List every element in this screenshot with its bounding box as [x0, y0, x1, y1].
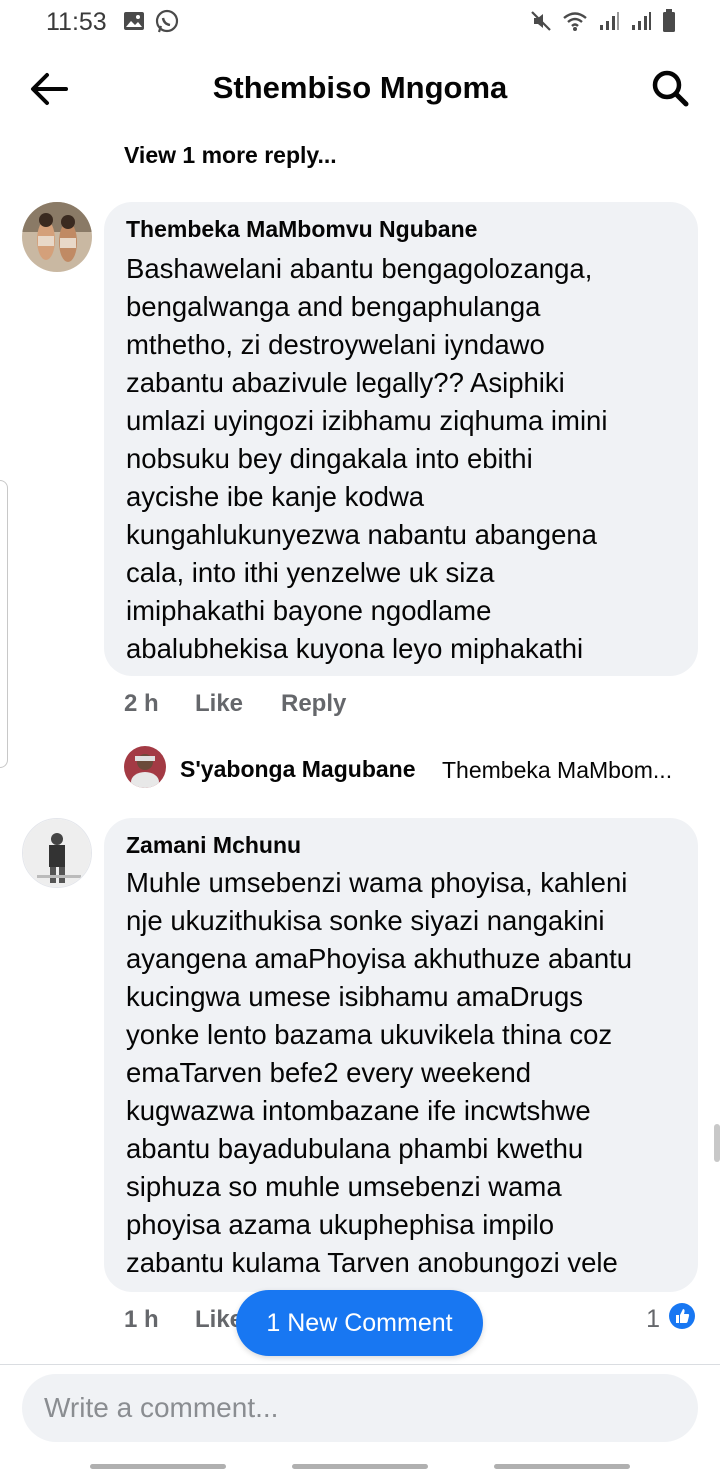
battery-icon [662, 9, 676, 38]
comment-text: Muhle umsebenzi wama phoyisa, kahleni nj… [126, 867, 633, 1278]
search-icon [652, 70, 689, 107]
nav-back-button[interactable] [494, 1464, 630, 1469]
comment-bubble[interactable]: Zamani Mchunu Muhle umsebenzi wama phoyi… [104, 818, 698, 1292]
system-nav-bar [0, 1452, 720, 1480]
comment-input[interactable] [44, 1388, 664, 1428]
comment-timestamp: 2 h [124, 690, 159, 717]
reaction-count[interactable]: 1 [646, 1302, 696, 1337]
reply-snippet: Thembeka MaMbom... [442, 757, 673, 783]
avatar-photo [124, 746, 166, 788]
edge-panel-handle[interactable] [0, 480, 8, 768]
comment-timestamp: 1 h [124, 1306, 159, 1333]
search-button[interactable] [650, 68, 690, 108]
status-bar: 11:53 [0, 0, 720, 44]
mute-icon [530, 10, 552, 37]
comment-author[interactable]: Zamani Mchunu [126, 832, 301, 859]
reply-preview[interactable]: S'yabonga Magubane Thembeka MaMbom... [124, 746, 704, 792]
comment-bubble[interactable]: Thembeka MaMbomvu Ngubane Bashawelani ab… [104, 202, 698, 676]
scrollbar[interactable] [714, 1124, 720, 1162]
avatar[interactable] [22, 818, 92, 888]
nav-home-button[interactable] [292, 1464, 428, 1469]
avatar[interactable] [22, 202, 92, 272]
comment-text: Bashawelani abantu bengagolozanga, benga… [126, 253, 608, 664]
signal-icon [598, 10, 620, 37]
avatar [124, 746, 166, 788]
whatsapp-icon [154, 9, 180, 40]
status-left-icons [122, 9, 180, 40]
comment-composer[interactable] [22, 1374, 698, 1442]
new-comment-button[interactable]: 1 New Comment [236, 1290, 483, 1356]
thumbs-up-icon [668, 1302, 696, 1337]
image-icon [122, 9, 146, 40]
like-count-value: 1 [646, 1305, 660, 1333]
avatar-photo [23, 819, 91, 887]
wifi-icon [562, 10, 588, 37]
nav-recent-button[interactable] [90, 1464, 226, 1469]
comment-author[interactable]: Thembeka MaMbomvu Ngubane [126, 216, 477, 243]
status-time: 11:53 [46, 8, 107, 36]
avatar-photo [22, 202, 92, 272]
status-right-icons [530, 9, 676, 38]
signal-icon [630, 10, 652, 37]
divider [0, 1364, 720, 1365]
reply-button[interactable]: Reply [281, 690, 346, 718]
page-title: Sthembiso Mngoma [212, 70, 508, 105]
like-button[interactable]: Like [195, 690, 243, 718]
app-header: Sthembiso Mngoma [0, 44, 720, 134]
reply-author: S'yabonga Magubane [180, 756, 416, 782]
view-more-replies-link[interactable]: View 1 more reply... [124, 142, 337, 169]
